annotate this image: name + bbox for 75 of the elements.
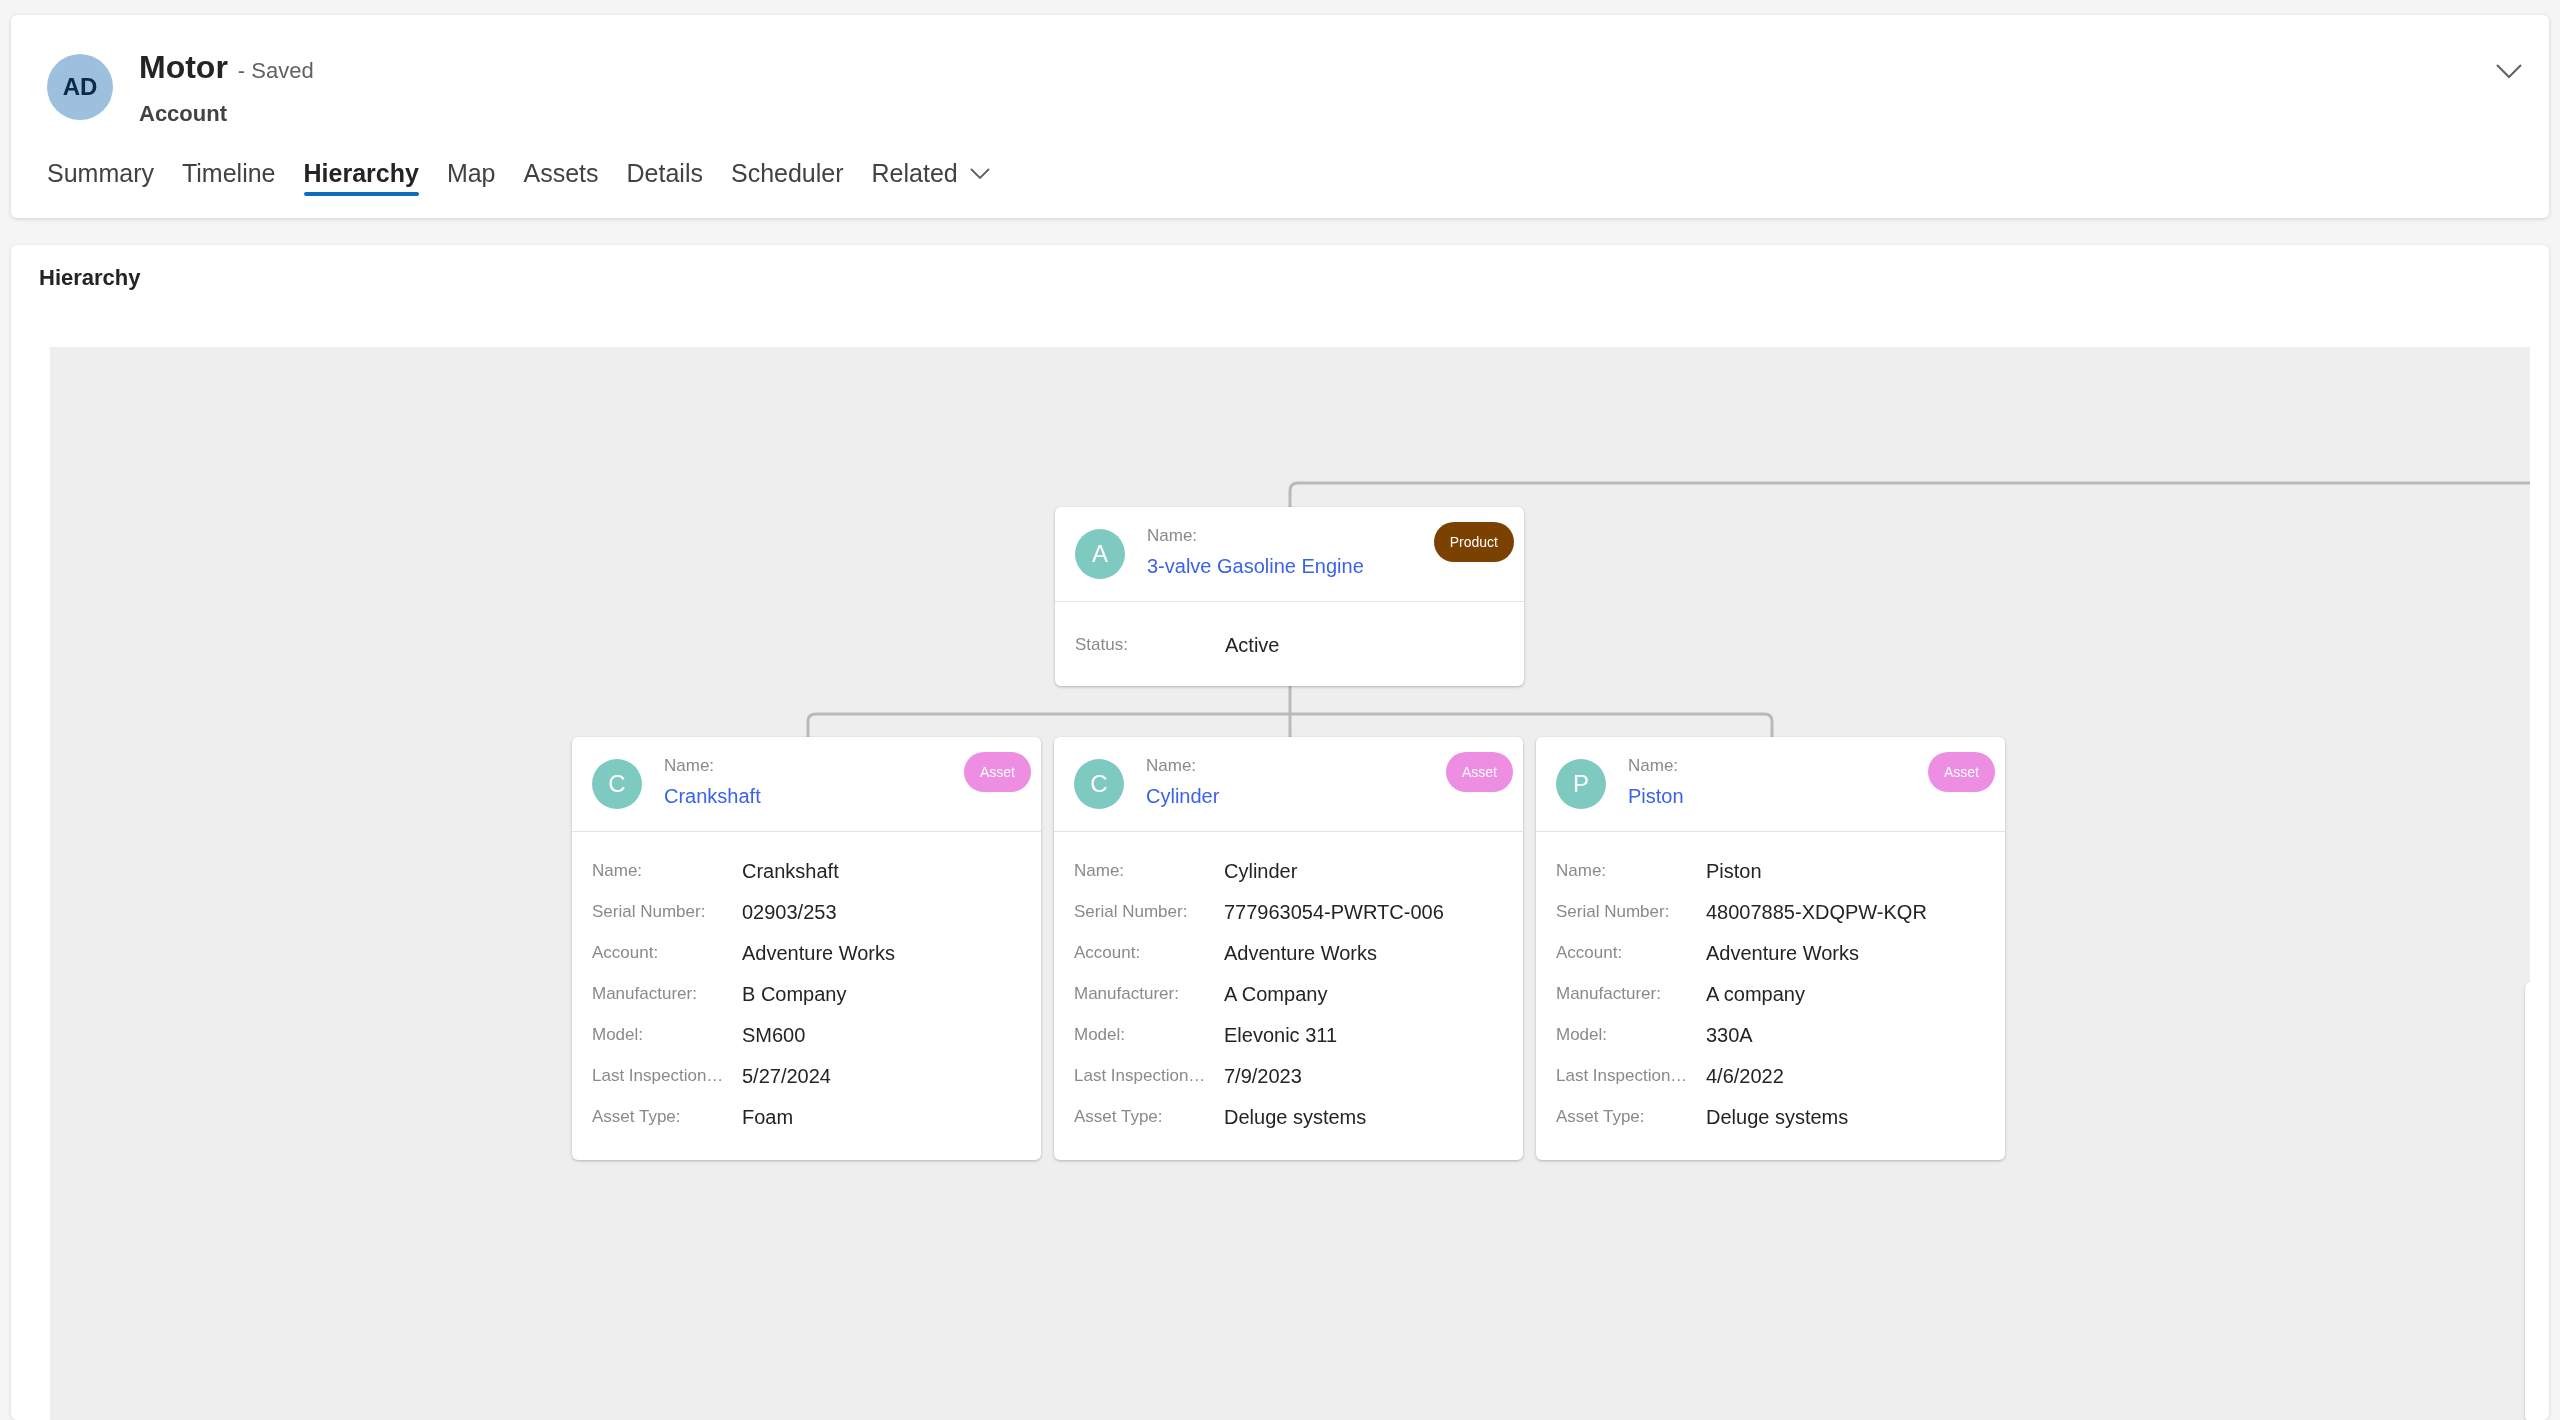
type-badge: Asset — [1928, 752, 1995, 792]
field-value: 7/9/2023 — [1224, 1063, 1302, 1089]
node-avatar: P — [1556, 759, 1606, 809]
field-label: Last Inspection… — [592, 1064, 725, 1087]
node-avatar: A — [1075, 529, 1125, 579]
name-link[interactable]: Piston — [1628, 780, 1684, 811]
field-value: 4/6/2022 — [1706, 1063, 1784, 1089]
field-label: Account: — [592, 941, 660, 964]
field-value: Adventure Works — [1224, 940, 1378, 966]
field-value: Piston — [1706, 858, 1762, 884]
field-value: Elevonic 311 — [1224, 1022, 1338, 1048]
field-label: Model: — [1556, 1023, 1609, 1046]
chevron-down-icon — [969, 168, 990, 180]
type-badge: Asset — [964, 752, 1031, 792]
node-avatar: C — [592, 759, 642, 809]
section-title: Hierarchy — [39, 264, 142, 292]
name-label: Name: — [664, 755, 716, 778]
name-label: Name: — [1147, 525, 1199, 548]
field-value: Deluge systems — [1706, 1104, 1849, 1130]
field-label: Serial Number: — [1074, 900, 1189, 923]
field-value: A company — [1706, 981, 1805, 1007]
type-badge: Asset — [1446, 752, 1513, 792]
name-link[interactable]: Cylinder — [1146, 780, 1220, 811]
field-label: Serial Number: — [1556, 900, 1671, 923]
field-label: Last Inspection… — [1074, 1064, 1207, 1087]
tab[interactable]: Timeline — [169, 146, 288, 202]
field-label: Manufacturer: — [592, 982, 698, 1005]
tab[interactable]: Related — [859, 146, 1002, 202]
name-label: Name: — [1146, 755, 1198, 778]
field-label: Model: — [592, 1023, 645, 1046]
field-value: 330A — [1706, 1022, 1753, 1048]
account-avatar: AD — [47, 53, 113, 120]
field-label: Status: — [1075, 633, 1129, 656]
field-label: Manufacturer: — [1074, 982, 1180, 1005]
field-label: Model: — [1074, 1023, 1127, 1046]
record-title: Motor — [139, 48, 228, 87]
field-value: A Company — [1224, 981, 1328, 1007]
field-label: Serial Number: — [592, 900, 707, 923]
tab[interactable]: Hierarchy — [291, 146, 431, 202]
field-label: Account: — [1074, 941, 1142, 964]
field-label: Name: — [1556, 859, 1608, 882]
field-value: Active — [1225, 632, 1280, 658]
field-label: Asset Type: — [1074, 1105, 1164, 1128]
field-value: B Company — [742, 981, 847, 1007]
field-label: Asset Type: — [1556, 1105, 1646, 1128]
type-badge: Product — [1433, 522, 1514, 562]
field-value: 48007885-XDQPW-KQR — [1706, 899, 1927, 925]
field-label: Manufacturer: — [1556, 982, 1662, 1005]
entity-type: Account — [139, 100, 228, 128]
name-link[interactable]: Crankshaft — [664, 780, 761, 811]
field-value: Adventure Works — [742, 940, 896, 966]
node-avatar: C — [1074, 759, 1124, 809]
name-link[interactable]: 3-valve Gasoline Engine — [1147, 550, 1364, 581]
field-value: 5/27/2024 — [742, 1063, 831, 1089]
tab[interactable]: Map — [434, 146, 508, 202]
tab[interactable]: Scheduler — [718, 146, 856, 202]
field-label: Asset Type: — [592, 1105, 682, 1128]
field-label: Name: — [1074, 859, 1126, 882]
chevron-down-icon[interactable] — [2495, 63, 2523, 79]
field-value: 777963054-PWRTC-006 — [1224, 899, 1444, 925]
field-value: Crankshaft — [742, 858, 839, 884]
tab[interactable]: Details — [614, 146, 715, 202]
name-label: Name: — [1628, 755, 1680, 778]
field-value: SM600 — [742, 1022, 806, 1048]
field-value: Foam — [742, 1104, 794, 1130]
field-value: Deluge systems — [1224, 1104, 1367, 1130]
field-value: Cylinder — [1224, 858, 1298, 884]
field-label: Last Inspection… — [1556, 1064, 1689, 1087]
field-value: 02903/253 — [742, 899, 837, 925]
tab[interactable]: Assets — [511, 146, 611, 202]
save-status: - Saved — [237, 57, 314, 85]
field-label: Account: — [1556, 941, 1624, 964]
tab[interactable]: Summary — [35, 146, 166, 202]
field-label: Name: — [592, 859, 644, 882]
field-value: Adventure Works — [1706, 940, 1860, 966]
